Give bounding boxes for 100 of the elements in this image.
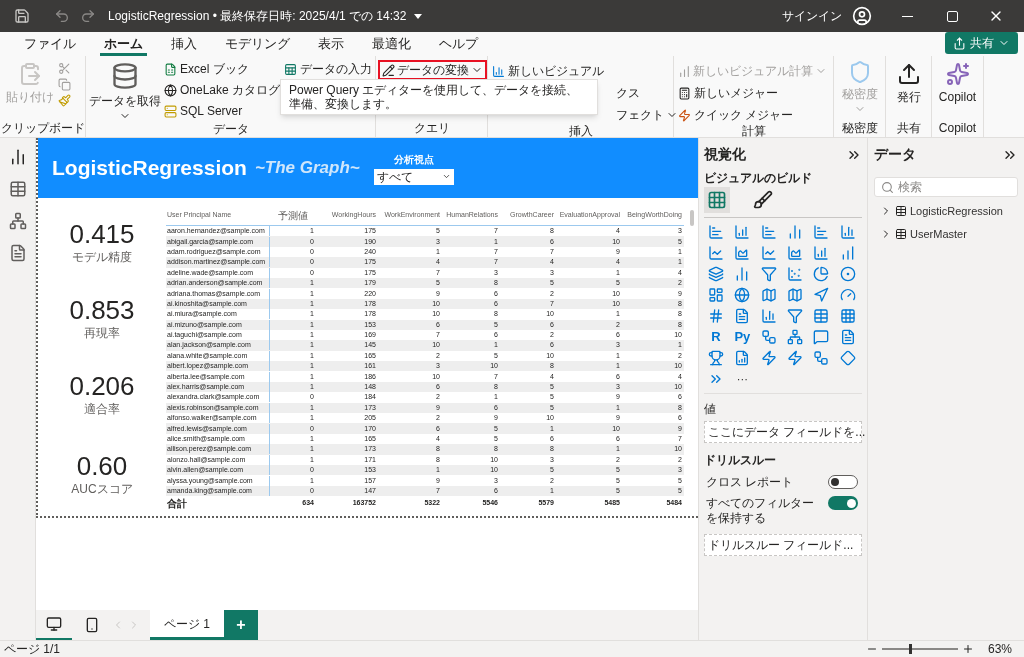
sql-server-button[interactable]: SQL Server — [164, 102, 280, 120]
hash-icon[interactable] — [708, 308, 724, 324]
copilot-button[interactable]: Copilot — [932, 56, 983, 121]
scatter-chart-icon[interactable] — [787, 266, 803, 282]
phone-icon[interactable] — [84, 617, 100, 633]
new-visual-button[interactable]: 新しいビジュアル — [492, 62, 604, 80]
table-name[interactable]: UserMaster — [910, 225, 967, 242]
copy-icon[interactable] — [58, 78, 71, 91]
donut-chart-icon[interactable] — [839, 266, 856, 282]
funnel-icon[interactable] — [760, 266, 777, 282]
redo-icon[interactable] — [80, 8, 96, 24]
column-header[interactable]: 予測値 — [270, 208, 316, 223]
slicer-label: 分析視点 — [393, 152, 434, 167]
get-data-button[interactable]: データを取得 — [86, 60, 164, 122]
account-icon[interactable] — [852, 6, 872, 26]
enter-data-button[interactable]: データの入力 — [284, 60, 372, 78]
ribbon-item[interactable]: クス — [616, 84, 640, 102]
tree-icon[interactable] — [787, 329, 803, 345]
upload-icon — [896, 62, 921, 86]
gauge-icon[interactable] — [839, 287, 856, 303]
flow-icon[interactable] — [813, 350, 830, 366]
quick-measure-button[interactable]: クイック メジャー — [678, 106, 794, 124]
toggle-label: クロス レポート — [706, 475, 795, 490]
document-icon[interactable] — [734, 308, 751, 324]
toggle-switch[interactable] — [828, 475, 858, 489]
bar-chart-icon[interactable] — [760, 224, 777, 240]
pie-chart-icon[interactable] — [813, 266, 830, 282]
add-page-button[interactable]: + — [224, 610, 258, 640]
diamond-icon[interactable] — [839, 350, 856, 366]
caret-icon[interactable] — [414, 13, 423, 19]
report-icon[interactable] — [734, 350, 751, 366]
menu-tab[interactable]: 最適化 — [368, 34, 415, 56]
table-view-icon[interactable] — [8, 180, 27, 198]
group-label: クリップボード — [0, 121, 85, 137]
column-chart-icon[interactable] — [813, 245, 830, 261]
zoom-thumb[interactable] — [908, 644, 912, 654]
map-icon[interactable] — [787, 287, 803, 303]
column-chart-icon — [678, 64, 691, 78]
grid-icon[interactable] — [839, 308, 856, 324]
kpi-label: 適合率 — [84, 401, 120, 418]
onelake-button[interactable]: OneLake カタログ — [164, 81, 280, 99]
group-label: 共有 — [895, 121, 922, 137]
speech-bubble-icon[interactable] — [813, 329, 830, 345]
table-icon — [284, 62, 297, 76]
python-visual-button[interactable]: Py — [734, 327, 751, 347]
ribbon-item[interactable]: フェクト — [616, 106, 678, 124]
document-icon[interactable] — [839, 329, 856, 345]
area-chart-icon[interactable] — [734, 245, 751, 261]
r-visual-button[interactable]: R — [711, 327, 721, 347]
toggle-switch[interactable] — [828, 496, 858, 510]
page-tab[interactable]: ページ 1 — [150, 610, 224, 640]
lightning-icon[interactable] — [760, 350, 777, 366]
area-chart-icon[interactable] — [787, 245, 803, 261]
minimize-icon[interactable] — [902, 15, 913, 17]
table-icon[interactable] — [813, 308, 830, 324]
slicer-dropdown[interactable]: すべて — [373, 168, 454, 185]
model-view-icon[interactable] — [8, 212, 27, 230]
menu-tab[interactable]: ヘルプ — [435, 34, 482, 56]
funnel-icon[interactable] — [787, 308, 803, 324]
maximize-icon[interactable] — [947, 10, 958, 22]
map-icon[interactable] — [760, 287, 777, 303]
share-button[interactable]: 共有 — [945, 32, 1018, 54]
column-chart-icon[interactable] — [839, 224, 856, 240]
menu-tab[interactable]: 挿入 — [167, 34, 201, 56]
treemap-icon[interactable] — [708, 287, 724, 303]
group-label: 計算 — [740, 124, 767, 140]
paintbrush-icon[interactable] — [58, 94, 71, 107]
group-label: 秘密度 — [840, 121, 879, 137]
menu-tab[interactable]: モデリング — [221, 34, 294, 56]
zoom-in-icon[interactable] — [961, 643, 974, 655]
query-view-icon[interactable] — [8, 244, 27, 262]
save-icon[interactable] — [14, 8, 30, 24]
publish-button[interactable]: 発行 — [886, 56, 931, 121]
trophy-icon[interactable] — [708, 350, 724, 366]
menu-tab[interactable]: ファイル — [20, 34, 80, 56]
more-visuals-button[interactable]: ··· — [736, 370, 748, 388]
kpi-value: 0.853 — [69, 296, 135, 324]
sign-in-link[interactable]: サインイン — [782, 7, 842, 25]
navigation-icon[interactable] — [813, 287, 830, 303]
line-chart-icon[interactable] — [760, 245, 777, 261]
menu-tab[interactable]: 表示 — [314, 34, 348, 56]
new-measure-button[interactable]: 新しいメジャー — [678, 84, 778, 102]
pane-title: 視覚化 — [704, 145, 746, 164]
drop-field[interactable]: ドリルスルー フィールド... — [704, 534, 862, 556]
globe-icon[interactable] — [734, 287, 751, 303]
search-field[interactable]: 検索 — [874, 177, 1018, 197]
scissors-icon[interactable] — [58, 62, 71, 75]
column-chart-icon[interactable] — [787, 224, 803, 240]
layers-icon[interactable] — [708, 266, 724, 282]
flow-icon[interactable] — [760, 329, 777, 345]
table-name[interactable]: LogisticRegression — [910, 203, 1003, 220]
share-icon — [953, 36, 966, 50]
lightning-icon[interactable] — [787, 350, 803, 366]
build-visual-tab[interactable] — [704, 187, 730, 213]
scrollbar[interactable] — [690, 210, 694, 226]
undo-icon[interactable] — [54, 8, 70, 24]
line-chart-icon[interactable] — [708, 245, 724, 261]
column-chart-icon[interactable] — [760, 308, 777, 324]
excel-button[interactable]: Excel ブック — [164, 60, 280, 78]
bar-chart-icon[interactable] — [813, 224, 830, 240]
